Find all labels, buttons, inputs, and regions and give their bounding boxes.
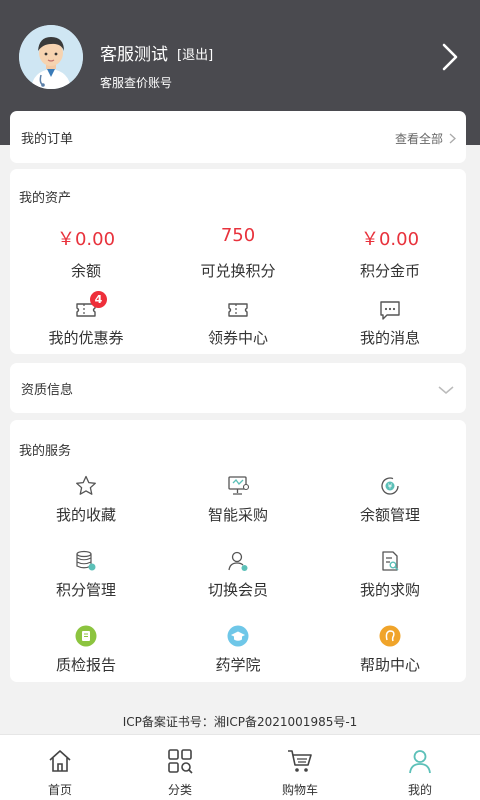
gold-coins-value[interactable]: ￥0.00	[314, 225, 466, 251]
category-icon	[167, 748, 193, 774]
services-card: 我的服务 我的收藏 智能采购 ¥ 余额管理 积分管理 切换会员 我的求购 质检报…	[10, 420, 466, 682]
service-favorites[interactable]: 我的收藏	[10, 474, 162, 530]
assets-title: 我的资产	[19, 191, 72, 206]
my-messages-label: 我的消息	[359, 329, 420, 347]
my-coupons-button[interactable]: 4 我的优惠券	[10, 291, 162, 351]
service-switch-member[interactable]: 切换会员	[162, 549, 314, 605]
service-inspection-report[interactable]: 质检报告	[10, 624, 162, 680]
service-label: 药学院	[215, 656, 261, 674]
service-smart-purchase[interactable]: 智能采购	[162, 474, 314, 530]
points-label: 可兑换积分	[200, 262, 276, 280]
home-icon	[47, 748, 73, 774]
message-icon	[378, 299, 402, 321]
balance-label: 余额	[70, 262, 101, 280]
help-icon	[378, 624, 402, 648]
tab-label: 购物车	[281, 783, 318, 797]
service-label: 我的求购	[359, 581, 420, 599]
service-label: 我的收藏	[55, 506, 116, 524]
assets-card: 我的资产 ￥0.00 750 ￥0.00 余额 可兑换积分 积分金币 4 我的优…	[10, 169, 466, 354]
doctor-avatar-icon	[19, 25, 83, 89]
tab-label: 首页	[47, 783, 72, 797]
bottom-tab-bar: 首页 分类 购物车 我的	[0, 734, 480, 800]
smart-purchase-icon	[226, 474, 250, 498]
chevron-right-icon	[449, 133, 456, 144]
service-my-requests[interactable]: 我的求购	[314, 549, 466, 605]
balance-value[interactable]: ￥0.00	[10, 225, 162, 251]
gold-coins-label: 积分金币	[359, 262, 420, 280]
service-points-management[interactable]: 积分管理	[10, 549, 162, 605]
service-help-center[interactable]: 帮助中心	[314, 624, 466, 680]
request-icon	[378, 549, 402, 573]
icp-notice[interactable]: ICP备案证书号：湘ICP备2021001985号-1	[0, 713, 480, 730]
service-label: 帮助中心	[359, 656, 420, 674]
logout-link[interactable]: [退出]	[177, 44, 213, 63]
tab-label: 我的	[407, 783, 432, 797]
switch-member-icon	[226, 549, 250, 573]
star-icon	[74, 474, 98, 498]
my-messages-button[interactable]: 我的消息	[314, 295, 466, 351]
tab-label: 分类	[167, 783, 192, 797]
tab-category[interactable]: 分类	[120, 735, 240, 800]
view-all-label: 查看全部	[394, 132, 443, 146]
points-value[interactable]: 750	[162, 225, 314, 246]
report-icon	[74, 624, 98, 648]
coupon-count-badge: 4	[90, 291, 107, 308]
qualification-title: 资质信息	[21, 383, 74, 398]
service-label: 智能采购	[207, 506, 268, 524]
account-subtitle: 客服查价账号	[100, 76, 173, 90]
service-label: 质检报告	[55, 656, 116, 674]
services-title: 我的服务	[19, 444, 72, 459]
tab-home[interactable]: 首页	[0, 735, 120, 800]
view-all-orders-link[interactable]: 查看全部	[395, 130, 456, 147]
coupon-center-icon	[226, 299, 250, 321]
service-label: 余额管理	[359, 506, 420, 524]
coupon-center-button[interactable]: 领券中心	[162, 295, 314, 351]
orders-title: 我的订单	[21, 132, 74, 147]
service-label: 切换会员	[207, 581, 268, 599]
cart-icon	[287, 748, 313, 774]
tab-cart[interactable]: 购物车	[240, 735, 360, 800]
service-balance-management[interactable]: ¥ 余额管理	[314, 474, 466, 530]
orders-card: 我的订单 查看全部	[10, 111, 466, 163]
my-coupons-label: 我的优惠券	[48, 329, 124, 347]
service-label: 积分管理	[55, 581, 116, 599]
svg-text:¥: ¥	[388, 483, 393, 491]
profile-chevron-right-icon[interactable]	[438, 42, 462, 72]
avatar[interactable]	[19, 25, 83, 89]
user-icon	[407, 748, 433, 774]
coupon-center-label: 领券中心	[207, 329, 268, 347]
qualification-card[interactable]: 资质信息	[10, 363, 466, 413]
username: 客服测试	[100, 45, 168, 65]
tab-me[interactable]: 我的	[360, 735, 480, 800]
academy-icon	[226, 624, 250, 648]
chevron-down-icon	[438, 381, 454, 394]
points-icon	[74, 549, 98, 573]
balance-icon: ¥	[378, 474, 402, 498]
service-pharmacy-academy[interactable]: 药学院	[162, 624, 314, 680]
